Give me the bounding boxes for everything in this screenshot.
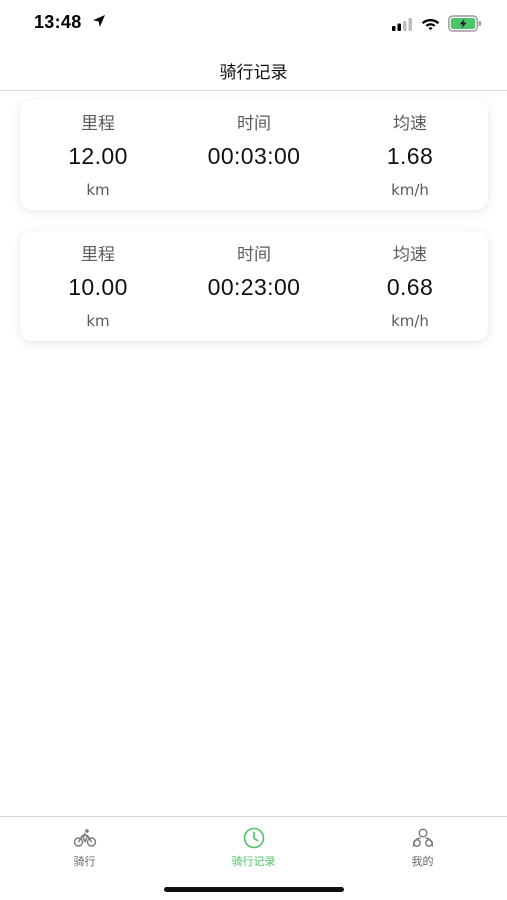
distance-label: 里程 (81, 245, 115, 265)
distance-column: 里程 12.00 km (20, 100, 176, 210)
speed-value: 0.68 (386, 274, 434, 300)
speed-label: 均速 (393, 114, 427, 134)
speed-unit: km/h (391, 181, 429, 199)
time-value: 00:23:00 (207, 274, 301, 300)
time-label: 时间 (237, 245, 271, 265)
distance-unit: km (86, 312, 110, 330)
screen: 13:48 骑行记录 里程 12.00 km 时间 00:03:00 均速 1.… (0, 0, 507, 900)
time-column: 时间 00:23:00 (176, 231, 332, 341)
distance-unit: km (86, 181, 110, 199)
tab-mine[interactable]: 我的 (338, 817, 507, 875)
tab-ride[interactable]: 骑行 (0, 817, 169, 875)
navigation-bar: 骑行记录 (0, 48, 507, 91)
record-card[interactable]: 里程 12.00 km 时间 00:03:00 均速 1.68 km/h (20, 100, 488, 210)
home-indicator[interactable] (164, 887, 344, 892)
speed-value: 1.68 (386, 143, 434, 169)
wifi-icon (421, 19, 440, 31)
profile-icon (412, 828, 433, 847)
distance-label: 里程 (81, 114, 115, 134)
speed-column: 均速 1.68 km/h (332, 100, 488, 210)
records-list[interactable]: 里程 12.00 km 时间 00:03:00 均速 1.68 km/h 里程 … (0, 91, 507, 816)
tab-label: 骑行 (73, 855, 96, 868)
distance-value: 12.00 (68, 143, 128, 169)
distance-column: 里程 10.00 km (20, 231, 176, 341)
speed-column: 均速 0.68 km/h (332, 231, 488, 341)
status-bar: 13:48 (0, 0, 507, 48)
signal-icon (392, 18, 412, 31)
page-title: 骑行记录 (219, 63, 288, 83)
clock-icon (243, 827, 264, 849)
time-column: 时间 00:03:00 (176, 100, 332, 210)
time-label: 时间 (237, 114, 271, 134)
tab-label: 我的 (411, 855, 434, 868)
speed-unit: km/h (391, 312, 429, 330)
bicycle-icon (73, 829, 96, 847)
battery-charging-icon (448, 15, 481, 32)
distance-value: 10.00 (68, 274, 128, 300)
tab-label: 骑行记录 (231, 855, 276, 868)
record-card[interactable]: 里程 10.00 km 时间 00:23:00 均速 0.68 km/h (20, 231, 488, 341)
speed-label: 均速 (393, 245, 427, 265)
time-value: 00:03:00 (207, 143, 301, 169)
location-arrow-icon (93, 15, 105, 27)
status-time: 13:48 (34, 12, 82, 32)
tab-ride-records[interactable]: 骑行记录 (169, 817, 338, 875)
